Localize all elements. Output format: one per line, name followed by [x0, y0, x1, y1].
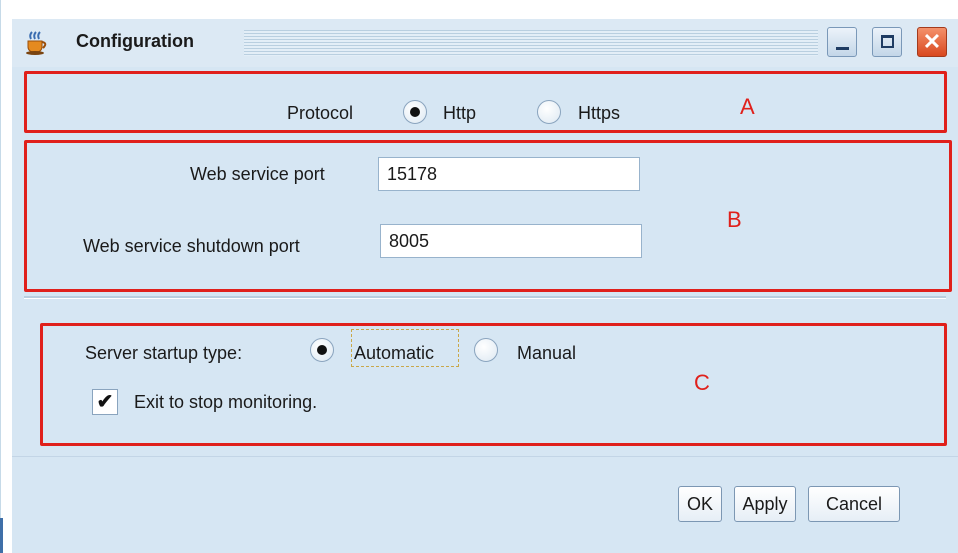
- startup-manual-radio[interactable]: [474, 338, 498, 362]
- apply-button[interactable]: Apply: [734, 486, 796, 522]
- annotation-box-a: [24, 71, 947, 133]
- radio-selected-dot: [317, 345, 327, 355]
- ok-button[interactable]: OK: [678, 486, 722, 522]
- footer-separator: [12, 456, 958, 457]
- startup-manual-label[interactable]: Manual: [517, 343, 576, 364]
- protocol-label: Protocol: [287, 103, 354, 123]
- protocol-https-radio[interactable]: [537, 100, 561, 124]
- web-service-port-label: Web service port: [190, 164, 325, 184]
- startup-automatic-radio[interactable]: [310, 338, 334, 362]
- annotation-label-a: A: [740, 94, 755, 119]
- web-service-port-input[interactable]: [378, 157, 640, 191]
- window-title: Configuration: [76, 31, 194, 51]
- protocol-http-radio[interactable]: [403, 100, 427, 124]
- section-separator: [24, 296, 946, 299]
- startup-automatic-label[interactable]: Automatic: [354, 343, 434, 364]
- annotation-label-c: C: [694, 370, 710, 395]
- shutdown-port-input[interactable]: [380, 224, 642, 258]
- minimize-icon: [836, 47, 849, 50]
- minimize-button[interactable]: [827, 27, 857, 57]
- checkmark-icon: ✔: [96, 391, 114, 413]
- close-icon: ✕: [922, 29, 942, 54]
- title-bar-grip: [244, 30, 818, 56]
- protocol-https-label[interactable]: Https: [578, 103, 620, 124]
- annotation-label-b: B: [727, 207, 742, 232]
- close-button[interactable]: ✕: [917, 27, 947, 57]
- startup-type-label: Server startup type:: [85, 343, 243, 363]
- exit-monitoring-label[interactable]: Exit to stop monitoring.: [134, 392, 317, 413]
- cancel-button[interactable]: Cancel: [808, 486, 900, 522]
- exit-monitoring-checkbox[interactable]: ✔: [92, 389, 118, 415]
- protocol-http-label[interactable]: Http: [443, 103, 476, 124]
- maximize-button[interactable]: [872, 27, 902, 57]
- title-bar[interactable]: Configuration ✕: [12, 19, 958, 67]
- coffee-cup-icon: [22, 29, 50, 55]
- taskbar-edge: [0, 518, 3, 553]
- shutdown-port-label: Web service shutdown port: [83, 236, 300, 256]
- maximize-icon: [881, 35, 894, 48]
- radio-selected-dot: [410, 107, 420, 117]
- configuration-window: Configuration ✕ Protocol Http Https A We…: [12, 19, 958, 553]
